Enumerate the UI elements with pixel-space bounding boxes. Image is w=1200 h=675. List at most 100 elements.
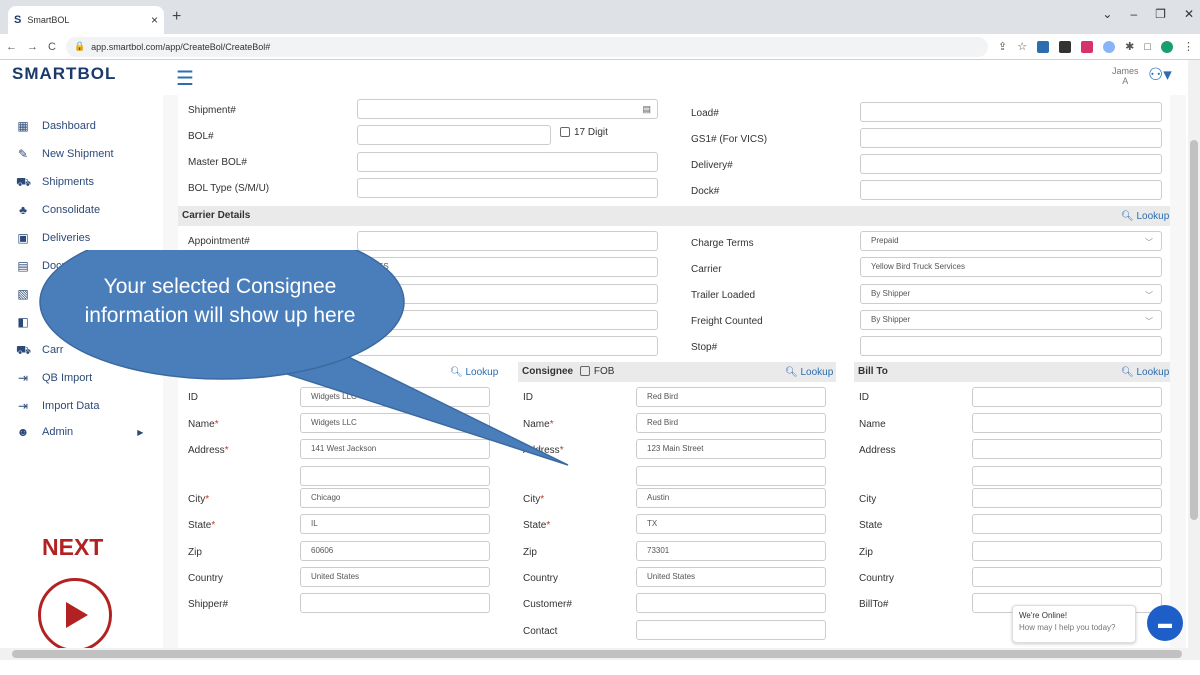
carrier-lookup-link[interactable]: 🔍︎ Lookup <box>1121 211 1169 222</box>
billto-name-input[interactable] <box>972 413 1162 433</box>
shipper-zip-input[interactable]: 60606 <box>300 541 490 561</box>
minimize-icon[interactable]: – <box>1130 7 1137 21</box>
consignee-id-input[interactable]: Red Bird <box>636 387 826 407</box>
seventeen-digit-checkbox[interactable]: 17 Digit <box>560 127 608 138</box>
sidebar-item-consolidate[interactable]: ♣ Consolidate <box>16 203 100 217</box>
chat-prompt[interactable]: We're Online! How may I help you today? <box>1012 605 1136 643</box>
sidebar-item-label: Consolidate <box>42 204 101 216</box>
consignee-zip-input[interactable]: 73301 <box>636 541 826 561</box>
lock-icon: 🔒 <box>73 41 86 51</box>
delivery-input[interactable] <box>860 154 1162 174</box>
close-window-icon[interactable]: ✕ <box>1184 7 1194 21</box>
browser-tab[interactable]: S SmartBOL × <box>8 6 164 34</box>
next-label[interactable]: NEXT <box>42 534 103 561</box>
master-bol-label: Master BOL# <box>188 157 247 168</box>
consignee-name-input[interactable]: Red Bird <box>636 413 826 433</box>
consignee-city-input[interactable]: Austin <box>636 488 826 508</box>
master-bol-input[interactable] <box>357 152 658 172</box>
load-label: Load# <box>691 108 719 119</box>
sidebar-item-shipments[interactable]: ⛟ Shipments <box>16 175 94 189</box>
billto-address-input[interactable] <box>972 439 1162 459</box>
load-input[interactable] <box>860 102 1162 122</box>
consignee-address-input[interactable]: 123 Main Street <box>636 439 826 459</box>
shipper-number-label: Shipper# <box>188 599 229 610</box>
consignee-country-input[interactable]: United States <box>636 567 826 587</box>
dock-label: Dock# <box>691 186 720 197</box>
lookup-label: Lookup <box>800 367 834 378</box>
extension-icon[interactable] <box>1081 40 1094 53</box>
carrier-label: Carrier <box>691 264 722 275</box>
billto-zip-input[interactable] <box>972 541 1162 561</box>
close-tab-icon[interactable]: × <box>151 13 158 27</box>
shipment-input[interactable]: ▤ <box>357 99 658 119</box>
stop-label: Stop# <box>691 342 718 353</box>
star-icon[interactable]: ☆ <box>1017 40 1027 53</box>
billto-id-input[interactable] <box>972 387 1162 407</box>
user-name[interactable]: James A <box>1112 66 1139 86</box>
shipper-city-input[interactable]: Chicago <box>300 488 490 508</box>
menu-icon[interactable]: ⋮ <box>1183 40 1194 53</box>
freight-counted-select[interactable]: By Shipper ﹀ <box>860 310 1162 330</box>
extension-icon[interactable] <box>1037 40 1050 53</box>
sidebar-item-dashboard[interactable]: ▦ Dashboard <box>16 119 96 133</box>
consignee-state-input[interactable]: TX <box>636 514 826 534</box>
reload-icon[interactable]: C <box>48 41 56 53</box>
back-icon[interactable]: ← <box>6 41 17 53</box>
shipper-country-input[interactable]: United States <box>300 567 490 587</box>
play-button[interactable] <box>38 578 112 652</box>
extension-icon[interactable] <box>1103 40 1116 53</box>
chat-bubble-icon: ▬ <box>1158 615 1172 631</box>
truck-icon: ⛟ <box>16 175 32 189</box>
billto-country-input[interactable] <box>972 567 1162 587</box>
window-controls: ⌄ – ❐ ✕ <box>1102 7 1194 21</box>
horizontal-scrollbar-thumb[interactable] <box>12 650 1182 658</box>
billto-number-label: BillTo# <box>859 599 889 610</box>
appointment-input[interactable] <box>357 231 658 251</box>
billto-lookup-link[interactable]: 🔍︎ Lookup <box>1121 367 1169 378</box>
shipper-state-input[interactable]: IL <box>300 514 490 534</box>
dock-input[interactable] <box>860 180 1162 200</box>
url-field[interactable]: 🔒 app.smartbol.com/app/CreateBol/CreateB… <box>65 36 989 57</box>
calculator-icon[interactable]: ▤ <box>642 100 651 118</box>
profile-icon[interactable] <box>1161 40 1173 53</box>
gs1-input[interactable] <box>860 128 1162 148</box>
carrier-input[interactable]: Yellow Bird Truck Services <box>860 257 1162 277</box>
billto-city-input[interactable] <box>972 488 1162 508</box>
edit-icon: ✎ <box>17 147 29 161</box>
billto-address2-input[interactable] <box>972 466 1162 486</box>
extension-icon[interactable] <box>1059 40 1072 53</box>
bol-type-input[interactable] <box>357 178 658 198</box>
shipper-city-label: City <box>188 494 209 505</box>
delivery-icon: ▣ <box>17 231 29 245</box>
checkbox[interactable] <box>560 127 570 138</box>
restore-icon[interactable]: ❐ <box>1155 7 1166 21</box>
freight-counted-label: Freight Counted <box>691 316 763 327</box>
shipper-number-input[interactable] <box>300 593 490 613</box>
share-icon[interactable]: ⇪ <box>998 40 1007 53</box>
charge-terms-select[interactable]: Prepaid ﹀ <box>860 231 1162 251</box>
user-icon[interactable]: ⚇▾ <box>1148 65 1172 85</box>
sidebar-item-deliveries[interactable]: ▣ Deliveries <box>16 231 90 245</box>
new-tab-icon[interactable]: + <box>172 8 181 26</box>
hamburger-menu-icon[interactable]: ☰ <box>176 66 194 91</box>
trailer-loaded-value: By Shipper <box>871 289 911 298</box>
vertical-scrollbar-thumb[interactable] <box>1190 140 1198 520</box>
consignee-address2-input[interactable] <box>636 466 826 486</box>
consignee-lookup-link[interactable]: 🔍︎ Lookup <box>785 367 833 378</box>
billto-state-input[interactable] <box>972 514 1162 534</box>
puzzle-icon[interactable]: ✱ <box>1125 40 1134 53</box>
sidebar-item-new-shipment[interactable]: ✎ New Shipment <box>16 147 114 161</box>
charge-terms-label: Charge Terms <box>691 238 754 249</box>
contact-input[interactable] <box>636 620 826 640</box>
sidepanel-icon[interactable]: □ <box>1144 41 1151 53</box>
forward-icon[interactable]: → <box>27 41 38 53</box>
customer-number-input[interactable] <box>636 593 826 613</box>
app-logo[interactable]: SMARTBOL <box>12 64 116 84</box>
bol-input[interactable] <box>357 125 551 145</box>
consignee-country-label: Country <box>523 573 559 584</box>
trailer-loaded-select[interactable]: By Shipper ﹀ <box>860 284 1162 304</box>
tab-search-icon[interactable]: ⌄ <box>1102 7 1112 21</box>
stop-input[interactable] <box>860 336 1162 356</box>
chat-button[interactable]: ▬ <box>1147 605 1183 641</box>
chevron-down-icon: ﹀ <box>1145 317 1153 326</box>
